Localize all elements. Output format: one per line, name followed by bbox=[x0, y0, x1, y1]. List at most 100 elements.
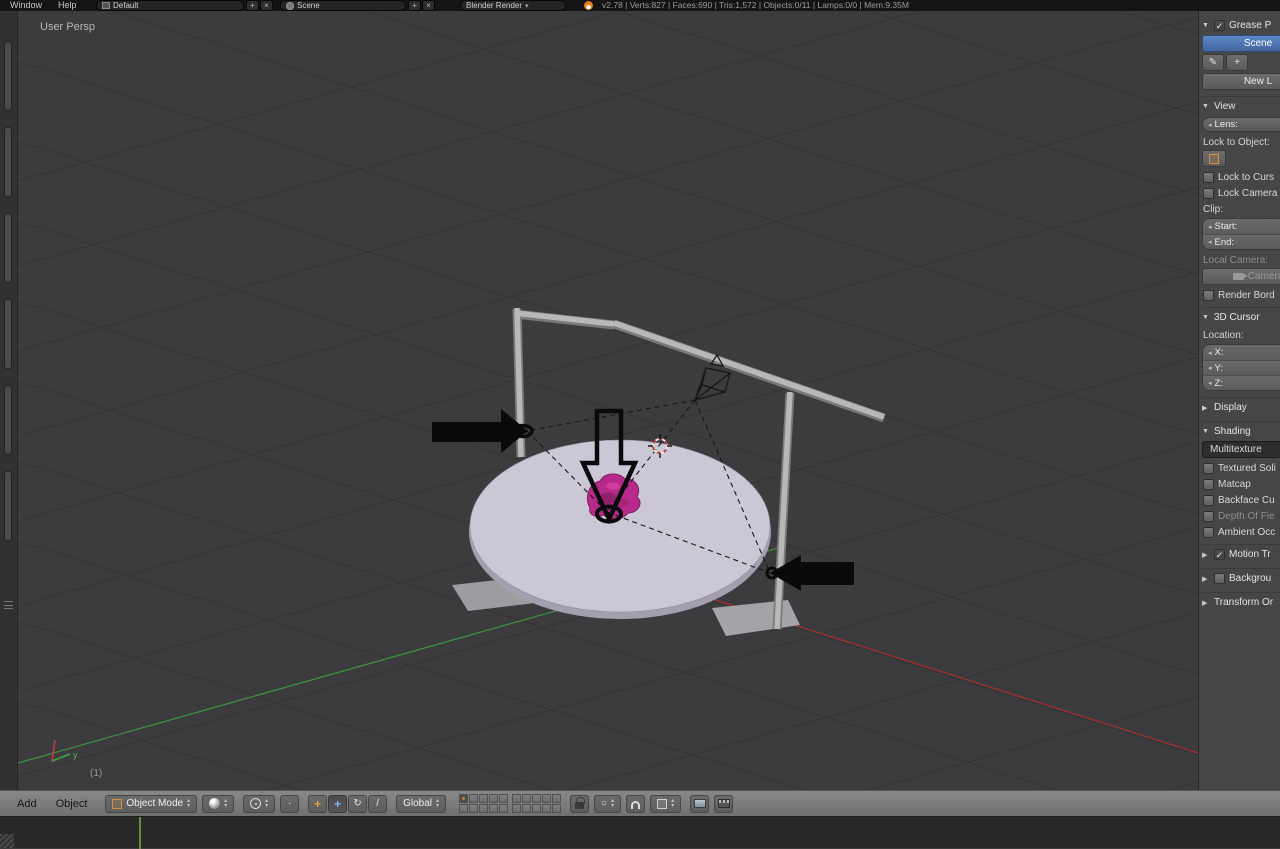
layer-toggle[interactable] bbox=[552, 804, 562, 813]
manipulator-toggle[interactable]: + bbox=[308, 794, 328, 813]
layer-toggle[interactable] bbox=[469, 794, 479, 803]
layer-toggle[interactable] bbox=[532, 804, 542, 813]
local-camera-button[interactable]: Camera bbox=[1202, 268, 1280, 285]
panel-display[interactable]: ▶ Display bbox=[1202, 397, 1280, 415]
cursor-y-field[interactable]: ◂ Y: bbox=[1203, 360, 1280, 375]
lock-object-picker[interactable] bbox=[1202, 150, 1226, 167]
proportional-edit-selector[interactable]: ○ ▴ ▾ bbox=[594, 794, 622, 813]
panel-3d-cursor[interactable]: ▼ 3D Cursor bbox=[1202, 307, 1280, 325]
depth-of-field-row[interactable]: Depth Of Fie bbox=[1203, 511, 1280, 522]
pivot-align-toggle[interactable]: · bbox=[280, 794, 300, 813]
layer-toggle[interactable] bbox=[532, 794, 542, 803]
decrement-icon[interactable]: ◂ bbox=[1208, 223, 1212, 231]
region-handle[interactable] bbox=[4, 299, 12, 369]
layer-toggle[interactable] bbox=[489, 794, 499, 803]
region-handle[interactable] bbox=[4, 41, 12, 111]
layer-toggle[interactable] bbox=[542, 794, 552, 803]
layer-toggle[interactable] bbox=[459, 804, 469, 813]
panel-grease-pencil[interactable]: ▼ ✓ Grease P bbox=[1202, 15, 1280, 33]
textured-solid-row[interactable]: Textured Soli bbox=[1203, 463, 1280, 474]
region-handle[interactable] bbox=[4, 213, 12, 283]
layer-toggle[interactable] bbox=[512, 794, 522, 803]
menu-add[interactable]: Add bbox=[10, 798, 44, 810]
collapse-icon[interactable]: ▶ bbox=[1202, 404, 1210, 412]
panel-background-images[interactable]: ▶ Backgrou bbox=[1202, 568, 1280, 586]
snap-element-selector[interactable]: ▴ ▾ bbox=[650, 794, 682, 813]
screen-layout-selector[interactable]: Default bbox=[96, 0, 244, 11]
matcap-row[interactable]: Matcap bbox=[1203, 479, 1280, 490]
pivot-point-selector[interactable]: ▴ ▾ bbox=[243, 794, 276, 813]
decrement-icon[interactable]: ◂ bbox=[1208, 121, 1212, 129]
layer-toggle[interactable] bbox=[542, 804, 552, 813]
scale-manipulator-toggle[interactable]: / bbox=[368, 794, 388, 813]
opengl-render-anim-button[interactable] bbox=[714, 794, 734, 813]
translate-manipulator-toggle[interactable]: + bbox=[328, 794, 348, 813]
lock-camera-checkbox[interactable] bbox=[1203, 188, 1214, 199]
gp-new-layer-button[interactable]: New L bbox=[1202, 73, 1280, 90]
layout-add-button[interactable]: + bbox=[246, 0, 259, 11]
layer-toggle[interactable] bbox=[512, 804, 522, 813]
rotate-manipulator-toggle[interactable]: ↻ bbox=[348, 794, 368, 813]
decrement-icon[interactable]: ◂ bbox=[1208, 379, 1212, 387]
timeline-playhead[interactable] bbox=[139, 817, 141, 849]
region-handle[interactable] bbox=[4, 127, 12, 197]
textured-solid-checkbox[interactable] bbox=[1203, 463, 1214, 474]
menu-window[interactable]: Window bbox=[10, 0, 42, 11]
mode-selector[interactable]: Object Mode ▴ ▾ bbox=[105, 794, 198, 813]
matcap-checkbox[interactable] bbox=[1203, 479, 1214, 490]
cursor-z-field[interactable]: ◂ Z: bbox=[1203, 375, 1280, 390]
expand-icon[interactable]: ▼ bbox=[1202, 22, 1210, 29]
layout-delete-button[interactable]: × bbox=[260, 0, 273, 11]
ambient-occlusion-checkbox[interactable] bbox=[1203, 527, 1214, 538]
expand-icon[interactable]: ▼ bbox=[1202, 314, 1210, 321]
layer-toggle[interactable] bbox=[499, 804, 509, 813]
panel-shading[interactable]: ▼ Shading bbox=[1202, 421, 1280, 439]
render-border-checkbox[interactable] bbox=[1203, 290, 1214, 301]
region-handle[interactable] bbox=[4, 471, 12, 541]
backface-culling-checkbox[interactable] bbox=[1203, 495, 1214, 506]
ambient-occlusion-row[interactable]: Ambient Occ bbox=[1203, 527, 1280, 538]
snap-toggle[interactable] bbox=[626, 794, 646, 813]
3d-viewport[interactable]: y User Persp (1) bbox=[18, 11, 1198, 790]
timeline-editor[interactable] bbox=[0, 816, 1280, 849]
decrement-icon[interactable]: ◂ bbox=[1208, 238, 1212, 246]
panel-view[interactable]: ▼ View bbox=[1202, 96, 1280, 114]
panel-transform-orientations[interactable]: ▶ Transform Or bbox=[1202, 592, 1280, 610]
layer-toggle[interactable] bbox=[459, 794, 469, 803]
decrement-icon[interactable]: ◂ bbox=[1208, 349, 1212, 357]
layer-toggle[interactable] bbox=[499, 794, 509, 803]
motion-tracking-checkbox[interactable]: ✓ bbox=[1214, 549, 1225, 560]
transform-orientation-selector[interactable]: Global ▴ ▾ bbox=[396, 794, 447, 813]
render-border-row[interactable]: Render Bord bbox=[1203, 290, 1280, 301]
collapse-icon[interactable]: ▶ bbox=[1202, 575, 1210, 583]
layer-toggle[interactable] bbox=[552, 794, 562, 803]
decrement-icon[interactable]: ◂ bbox=[1208, 364, 1212, 372]
menu-object[interactable]: Object bbox=[49, 798, 95, 810]
menu-help[interactable]: Help bbox=[58, 0, 77, 11]
background-images-checkbox[interactable] bbox=[1214, 573, 1225, 584]
scene-delete-button[interactable]: × bbox=[422, 0, 435, 11]
lens-field[interactable]: ◂ Lens: bbox=[1202, 117, 1280, 132]
layer-toggle[interactable] bbox=[479, 804, 489, 813]
turntable-disc[interactable] bbox=[469, 439, 771, 613]
gp-add-layer-button[interactable]: + bbox=[1226, 54, 1248, 71]
opengl-render-button[interactable] bbox=[690, 794, 710, 813]
lock-to-cursor-checkbox[interactable] bbox=[1203, 172, 1214, 183]
layer-toggle[interactable] bbox=[469, 804, 479, 813]
lock-to-cursor-row[interactable]: Lock to Curs bbox=[1203, 172, 1280, 183]
layer-toggle[interactable] bbox=[522, 804, 532, 813]
layer-toggle[interactable] bbox=[522, 794, 532, 803]
gp-draw-button[interactable]: ✎ bbox=[1202, 54, 1224, 71]
region-handle[interactable] bbox=[4, 385, 12, 455]
shading-mode-dropdown[interactable]: Multitexture bbox=[1202, 441, 1280, 458]
clip-end-field[interactable]: ◂ End: bbox=[1203, 234, 1280, 249]
render-engine-selector[interactable]: Blender Render ▾ bbox=[460, 0, 566, 11]
viewport-shading-selector[interactable]: ▴ ▾ bbox=[202, 794, 235, 813]
lock-to-scene-toggle[interactable] bbox=[570, 794, 590, 813]
expand-icon[interactable]: ▼ bbox=[1202, 428, 1210, 435]
gp-source-scene-button[interactable]: Scene bbox=[1202, 35, 1280, 52]
cursor-x-field[interactable]: ◂ X: bbox=[1203, 345, 1280, 360]
layer-toggle[interactable] bbox=[489, 804, 499, 813]
lock-camera-row[interactable]: Lock Camera bbox=[1203, 188, 1280, 199]
corner-resize-grip[interactable] bbox=[0, 834, 14, 848]
